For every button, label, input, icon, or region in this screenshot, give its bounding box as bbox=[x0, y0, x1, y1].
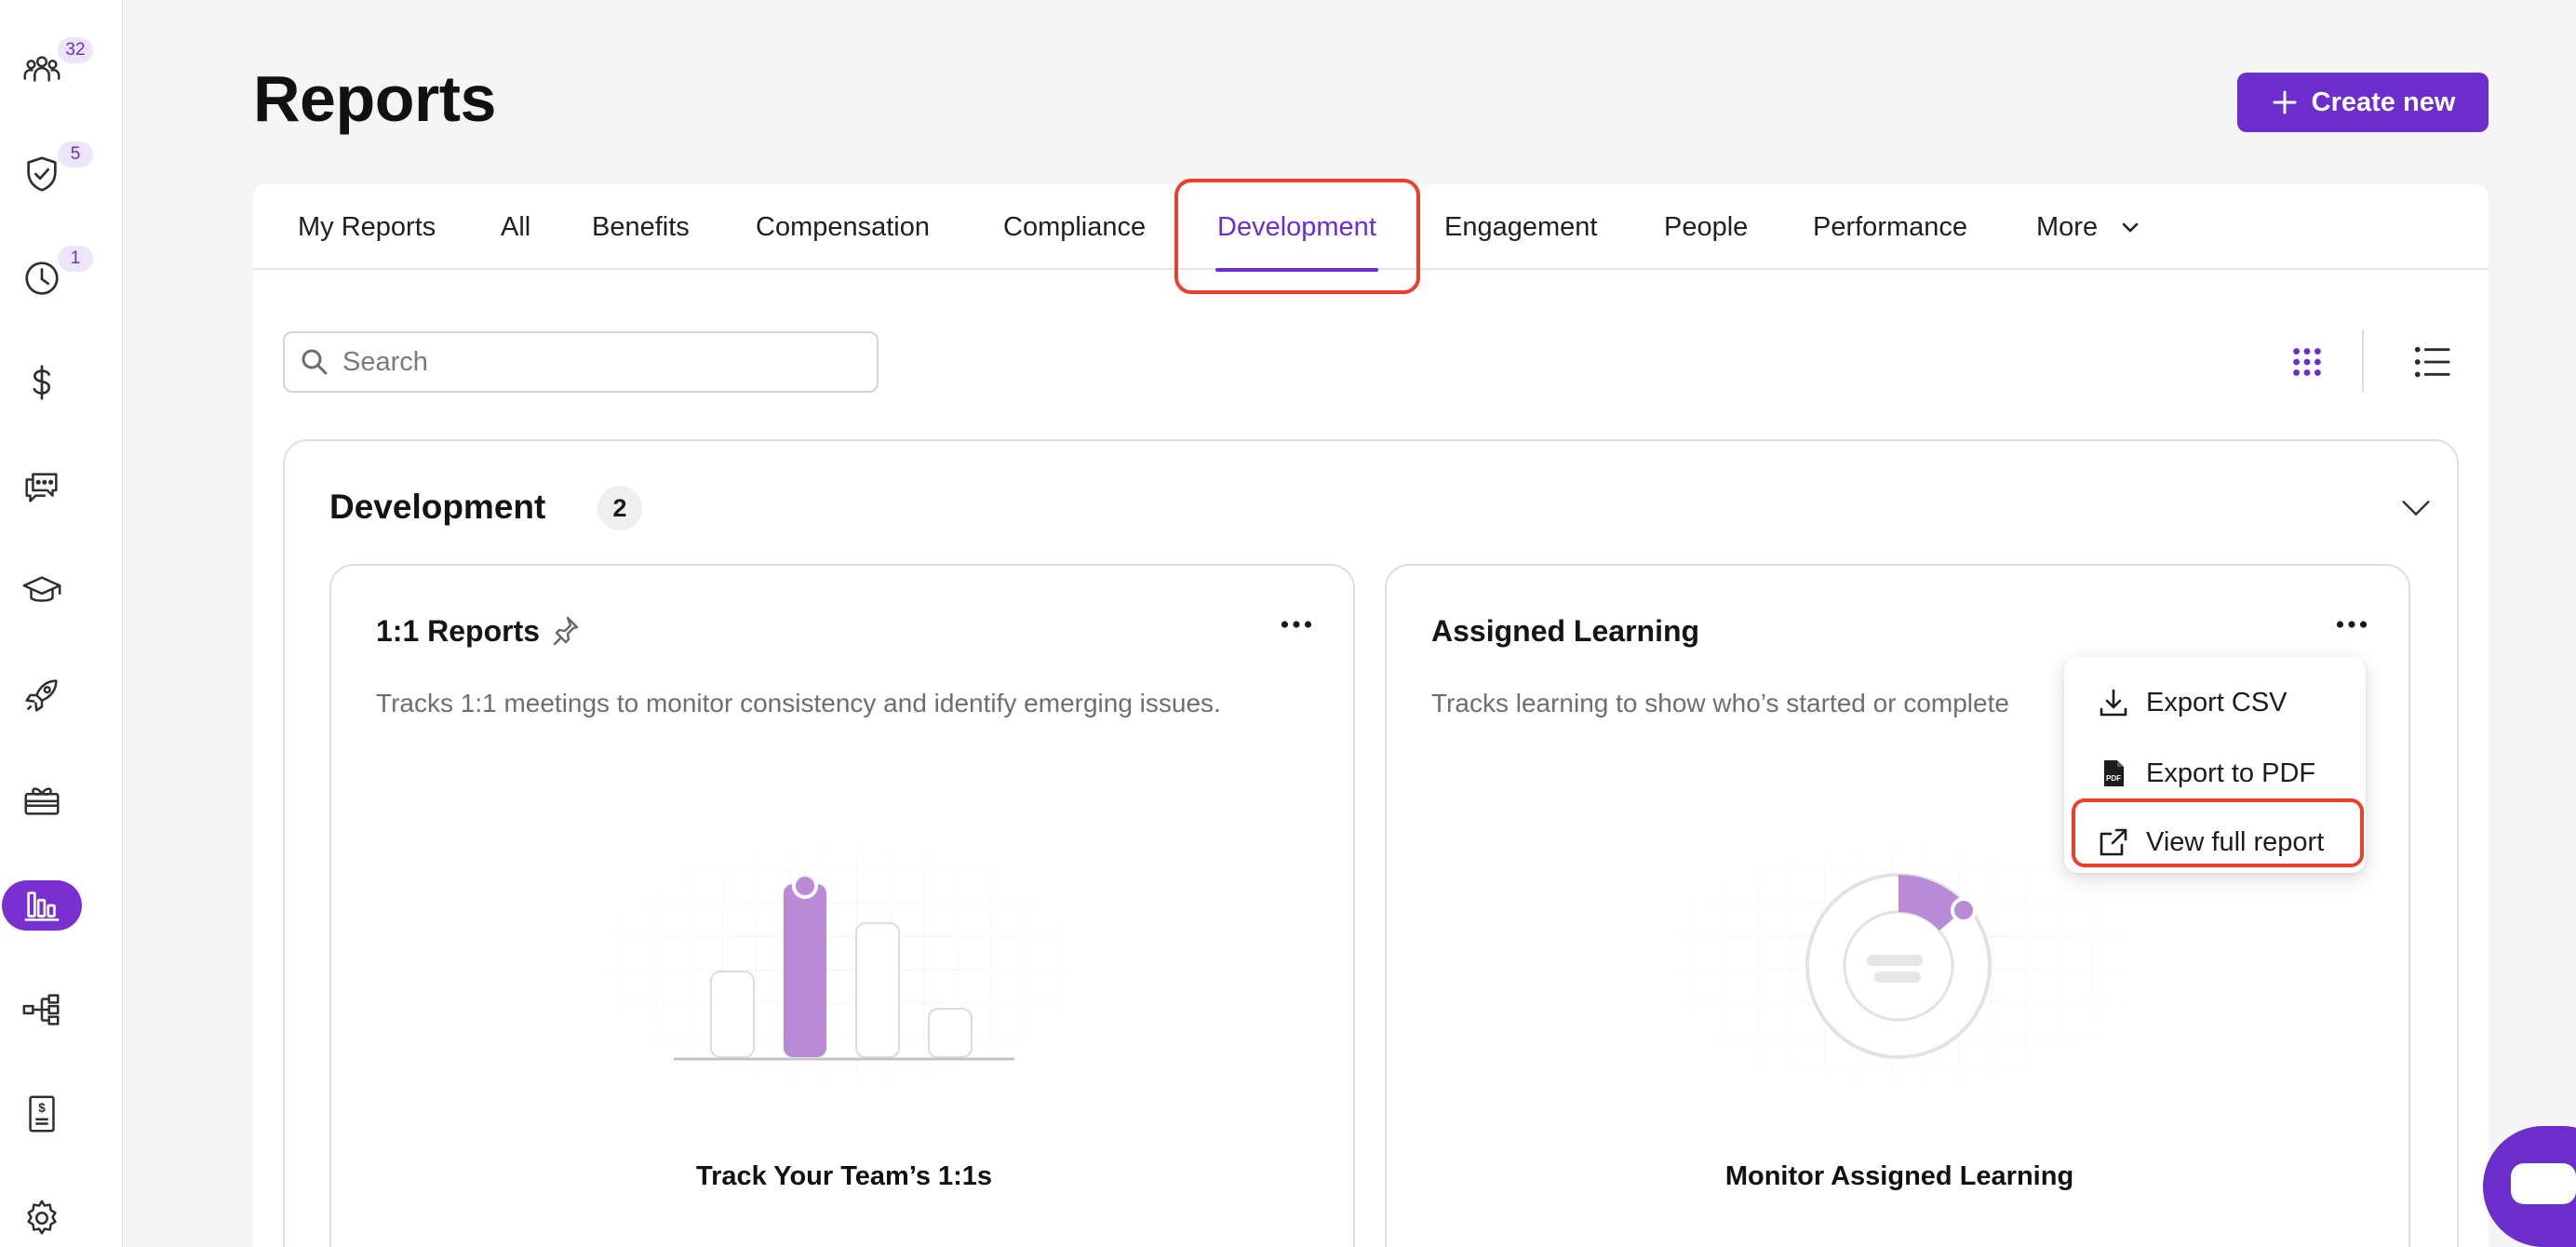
tab-performance[interactable]: Performance bbox=[1813, 184, 1967, 270]
menu-item-export-pdf[interactable]: PDF Export to PDF bbox=[2064, 743, 2366, 804]
view-toggle-divider bbox=[2362, 329, 2364, 393]
tab-compensation[interactable]: Compensation bbox=[756, 184, 930, 270]
group-count-badge: 2 bbox=[597, 486, 642, 530]
plus-icon bbox=[2273, 90, 2297, 114]
sidebar-item-learning[interactable] bbox=[2, 566, 82, 616]
svg-text:PDF: PDF bbox=[2106, 774, 2121, 783]
more-options-button[interactable] bbox=[2334, 610, 2369, 638]
sidebar-item-payroll[interactable] bbox=[2, 357, 82, 408]
create-new-label: Create new bbox=[2311, 87, 2456, 117]
card-caption: Track Your Team’s 1:1s bbox=[695, 1161, 993, 1191]
tab-more-label: More bbox=[2036, 212, 2099, 242]
tab-more[interactable]: More bbox=[2036, 184, 2142, 270]
pin-icon[interactable] bbox=[549, 614, 581, 646]
gear-icon bbox=[27, 1200, 57, 1235]
more-dots-icon bbox=[1281, 621, 1312, 628]
tab-all[interactable]: All bbox=[501, 184, 530, 270]
pdf-icon: PDF bbox=[2104, 760, 2124, 786]
menu-item-label: Export to PDF bbox=[2146, 758, 2316, 788]
sidebar-item-settings[interactable] bbox=[2, 1193, 82, 1243]
sidebar-badge-compliance: 5 bbox=[58, 141, 93, 168]
dollar-icon bbox=[33, 365, 51, 400]
category-tabs: My Reports All Benefits Compensation Com… bbox=[253, 184, 2489, 272]
sidebar-item-benefits[interactable] bbox=[2, 774, 82, 825]
receipt-icon: $ bbox=[29, 1095, 55, 1133]
external-link-icon bbox=[2100, 828, 2127, 856]
search-input[interactable] bbox=[342, 346, 864, 378]
rocket-icon bbox=[25, 679, 58, 712]
gift-icon bbox=[24, 787, 60, 815]
more-dots-icon bbox=[2336, 621, 2368, 628]
card-description: Tracks 1:1 meetings to monitor consisten… bbox=[376, 689, 1221, 717]
chevron-down-icon bbox=[2122, 223, 2139, 233]
grid-dots-icon bbox=[2293, 348, 2321, 376]
donut-chart-illustration bbox=[1657, 836, 2140, 1096]
group-collapse-toggle[interactable] bbox=[2395, 488, 2436, 529]
chevron-down-icon bbox=[2402, 501, 2430, 516]
sidebar-item-expenses[interactable]: $ bbox=[2, 1089, 82, 1139]
card-options-menu: Export CSV PDF Export to PDF View full r… bbox=[2064, 657, 2366, 873]
tab-engagement[interactable]: Engagement bbox=[1444, 184, 1597, 270]
menu-item-export-csv[interactable]: Export CSV bbox=[2064, 672, 2366, 733]
sidebar-item-org-chart[interactable] bbox=[2, 985, 82, 1035]
tab-my-reports[interactable]: My Reports bbox=[298, 184, 436, 270]
list-view-toggle[interactable] bbox=[2408, 339, 2455, 385]
group-title: Development bbox=[329, 488, 546, 526]
create-new-button[interactable]: Create new bbox=[2237, 73, 2489, 132]
card-title: Assigned Learning bbox=[1431, 614, 1700, 648]
org-chart-icon bbox=[22, 994, 60, 1026]
bar-chart-icon bbox=[24, 892, 60, 921]
graduation-cap-icon bbox=[22, 576, 61, 602]
search-box bbox=[283, 331, 879, 393]
sidebar-item-messages[interactable] bbox=[2, 462, 82, 512]
bar-chart-illustration bbox=[588, 836, 1091, 1096]
grid-view-toggle[interactable] bbox=[2284, 339, 2330, 385]
tab-benefits[interactable]: Benefits bbox=[592, 184, 690, 270]
tab-development[interactable]: Development bbox=[1215, 184, 1378, 272]
more-options-button[interactable] bbox=[1279, 610, 1314, 638]
download-icon bbox=[2100, 689, 2127, 717]
card-title: 1:1 Reports bbox=[376, 614, 541, 648]
sidebar-badge-time: 1 bbox=[58, 246, 93, 272]
svg-text:$: $ bbox=[38, 1101, 46, 1115]
tab-people[interactable]: People bbox=[1664, 184, 1748, 270]
chat-bubbles-icon bbox=[25, 473, 58, 503]
sidebar-badge-people: 32 bbox=[58, 37, 93, 63]
people-icon bbox=[23, 56, 60, 82]
card-caption: Monitor Assigned Learning bbox=[1724, 1161, 2074, 1191]
sidebar: 32 5 1 $ bbox=[0, 0, 123, 1247]
support-chat-button[interactable] bbox=[2483, 1126, 2576, 1247]
report-card-one-on-ones[interactable]: 1:1 Reports Tracks 1:1 meetings to monit… bbox=[329, 564, 1355, 1247]
card-description: Tracks learning to show who’s started or… bbox=[1431, 689, 2009, 717]
chat-icon bbox=[2511, 1163, 2576, 1204]
menu-item-label: View full report bbox=[2146, 826, 2325, 857]
clock-icon bbox=[25, 261, 59, 295]
list-icon bbox=[2414, 346, 2450, 378]
sidebar-item-reports[interactable] bbox=[2, 880, 82, 931]
menu-item-label: Export CSV bbox=[2146, 687, 2288, 717]
search-icon bbox=[302, 349, 328, 375]
menu-item-view-full-report[interactable]: View full report bbox=[2064, 811, 2366, 873]
sidebar-item-onboarding[interactable] bbox=[2, 670, 82, 720]
page-title: Reports bbox=[253, 62, 496, 135]
tab-compliance[interactable]: Compliance bbox=[1003, 184, 1146, 270]
shield-check-icon bbox=[27, 156, 57, 192]
